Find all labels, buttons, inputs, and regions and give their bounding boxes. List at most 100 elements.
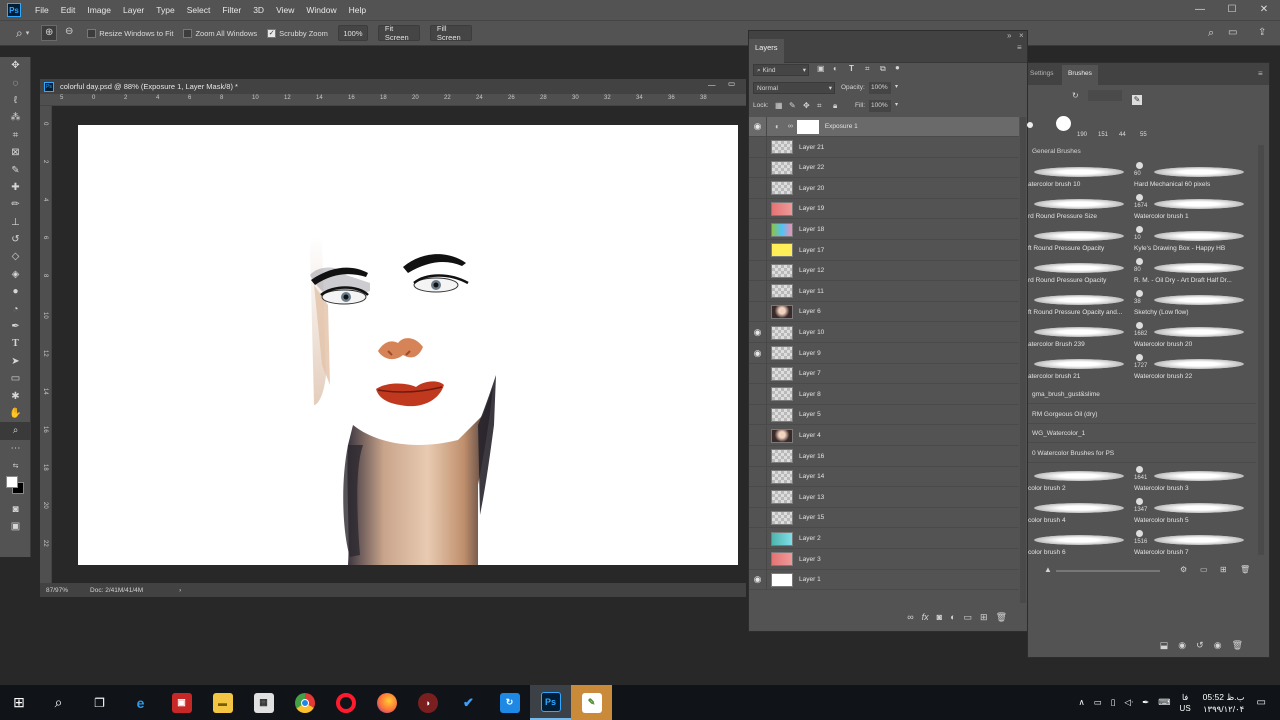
- brush-name[interactable]: ft Round Pressure Opacity and...: [1028, 309, 1122, 316]
- brush-name[interactable]: ft Round Pressure Opacity: [1028, 245, 1104, 252]
- chevron-down-icon[interactable]: ▾: [895, 83, 898, 90]
- brush-name[interactable]: color brush 4: [1028, 517, 1066, 524]
- brush-name[interactable]: atercolor brush 21: [1028, 373, 1080, 380]
- layer-row[interactable]: ◉ Layer 1: [749, 569, 1019, 591]
- brush-group-folder[interactable]: gma_brush_gust&slime: [1028, 385, 1256, 404]
- brush-stroke-preview[interactable]: [1154, 471, 1244, 481]
- taskbar-file-explorer[interactable]: ▬: [202, 685, 243, 720]
- reset-brushes-icon[interactable]: ↻: [1072, 91, 1079, 100]
- delete-icon[interactable]: 🗑︎: [1232, 640, 1243, 651]
- brush-stroke-preview[interactable]: [1034, 231, 1124, 241]
- lasso-tool-icon[interactable]: ℓ: [0, 92, 31, 109]
- chevron-down-icon[interactable]: ▾: [895, 101, 898, 108]
- brush-stroke-preview[interactable]: [1034, 167, 1124, 177]
- brush-stroke-preview[interactable]: [1154, 503, 1244, 513]
- brush-preset-small[interactable]: [1027, 122, 1033, 128]
- zoom-out-icon[interactable]: ⊖: [61, 25, 77, 41]
- new-group-icon[interactable]: ▭: [964, 612, 973, 623]
- new-layer-icon[interactable]: ⊞: [980, 612, 988, 623]
- brush-stroke-preview[interactable]: [1154, 263, 1244, 273]
- brush-name[interactable]: rd Round Pressure Size: [1028, 213, 1097, 220]
- layer-thumbnail[interactable]: [771, 263, 793, 278]
- fill-input[interactable]: 100%: [869, 100, 891, 112]
- visibility-eye-icon[interactable]: ◉: [749, 574, 766, 585]
- search-icon[interactable]: ⌕: [1208, 27, 1214, 40]
- layer-thumbnail[interactable]: [771, 490, 793, 505]
- brush-stroke-preview[interactable]: [1154, 199, 1244, 209]
- layer-row[interactable]: Layer 15: [749, 507, 1019, 529]
- layer-row[interactable]: Layer 3: [749, 549, 1019, 570]
- zoom-tool-icon[interactable]: ⌕: [0, 422, 31, 440]
- clip-icon[interactable]: ⬓: [1160, 640, 1169, 651]
- doc-restore-button[interactable]: ▭: [728, 79, 735, 88]
- taskbar-app-blue[interactable]: ✔: [448, 685, 489, 720]
- layer-thumbnail[interactable]: [771, 407, 793, 422]
- zoom-readout[interactable]: 87/97%: [46, 587, 68, 594]
- lock-transparency-icon[interactable]: ▦: [775, 101, 783, 110]
- brush-stroke-preview[interactable]: [1034, 295, 1124, 305]
- screen-mode-icon[interactable]: ▣: [0, 518, 31, 535]
- history-brush-tool-icon[interactable]: ↺: [0, 231, 31, 248]
- layer-row[interactable]: Layer 6: [749, 301, 1019, 323]
- layer-thumbnail[interactable]: [771, 449, 793, 464]
- taskbar-calculator[interactable]: ▦: [243, 685, 284, 720]
- brush-name[interactable]: Watercolor brush 5: [1134, 517, 1189, 524]
- filter-shape-icon[interactable]: ⌗: [865, 64, 870, 74]
- layer-row[interactable]: Layer 22: [749, 157, 1019, 179]
- new-brush-icon[interactable]: ⊞: [1220, 565, 1227, 574]
- layer-visibility-toggle[interactable]: [749, 507, 767, 528]
- tab-brushes[interactable]: Brushes: [1062, 65, 1098, 85]
- layer-thumbnail[interactable]: [771, 428, 793, 443]
- menu-help[interactable]: Help: [343, 0, 372, 20]
- chevron-right-icon[interactable]: ›: [179, 587, 181, 594]
- magic-wand-tool-icon[interactable]: ⁂: [0, 109, 31, 126]
- type-tool-icon[interactable]: T: [0, 335, 31, 352]
- brush-name[interactable]: color brush 6: [1028, 549, 1066, 556]
- layer-thumbnail[interactable]: [771, 140, 793, 155]
- zoom-all-windows-checkbox[interactable]: Zoom All Windows: [183, 28, 257, 38]
- chevron-down-icon[interactable]: ▾: [26, 29, 30, 37]
- layer-visibility-toggle[interactable]: [749, 446, 767, 467]
- language-indicator[interactable]: فا US: [1180, 692, 1191, 714]
- brush-group-folder[interactable]: 0 Watercolor Brushes for PS: [1028, 444, 1256, 463]
- paint-bucket-tool-icon[interactable]: ◈: [0, 266, 31, 283]
- visibility-eye-icon[interactable]: ◉: [749, 348, 766, 359]
- visibility-icon[interactable]: ◉: [1214, 640, 1222, 651]
- layer-visibility-toggle[interactable]: [749, 137, 767, 158]
- menu-image[interactable]: Image: [81, 0, 117, 20]
- foreground-color-swatch[interactable]: [6, 476, 18, 489]
- brush-stroke-preview[interactable]: [1034, 327, 1124, 337]
- layer-visibility-toggle[interactable]: [749, 384, 767, 405]
- close-button[interactable]: ✕: [1248, 0, 1280, 20]
- resize-windows-checkbox[interactable]: Resize Windows to Fit: [87, 28, 173, 38]
- link-layers-icon[interactable]: ∞: [907, 612, 913, 622]
- fit-screen-button[interactable]: Fit Screen: [377, 24, 420, 42]
- brush-name[interactable]: rd Round Pressure Opacity: [1028, 277, 1106, 284]
- search-button[interactable]: ⌕: [38, 685, 79, 720]
- layer-visibility-toggle[interactable]: ◉: [749, 322, 767, 343]
- task-view-button[interactable]: ❐: [79, 685, 120, 720]
- zoom-in-icon[interactable]: ⊕: [41, 25, 58, 41]
- color-swatches[interactable]: [0, 474, 31, 500]
- layer-row[interactable]: Layer 18: [749, 219, 1019, 240]
- brush-tool-icon[interactable]: ✏: [0, 196, 31, 213]
- share-icon[interactable]: ⇪: [1258, 27, 1266, 38]
- workspace-icon[interactable]: ▭: [1228, 27, 1237, 38]
- layer-visibility-toggle[interactable]: [749, 528, 767, 549]
- brush-name[interactable]: atercolor Brush 239: [1028, 341, 1085, 348]
- brush-name[interactable]: Kyle's Drawing Box - Happy HB: [1134, 245, 1225, 252]
- layer-visibility-toggle[interactable]: [749, 466, 767, 487]
- menu-filter[interactable]: Filter: [216, 0, 247, 20]
- blend-mode-select[interactable]: Normal ▾: [753, 82, 835, 94]
- layer-visibility-toggle[interactable]: [749, 425, 767, 446]
- filter-kind-select[interactable]: ⌕ Kind ▾: [753, 64, 809, 76]
- brush-stroke-preview[interactable]: [1154, 167, 1244, 177]
- layer-visibility-toggle[interactable]: [749, 178, 767, 199]
- layer-visibility-toggle[interactable]: [749, 487, 767, 508]
- delete-layer-icon[interactable]: 🗑︎: [996, 612, 1007, 623]
- taskbar-app-dark[interactable]: ◑: [407, 685, 448, 720]
- clock[interactable]: 05:52 ب.ظ ۱۳۹۹/۱۲/۰۴: [1203, 691, 1245, 715]
- zoom-tool-icon[interactable]: ⌕: [16, 26, 23, 41]
- brush-name[interactable]: Watercolor brush 20: [1134, 341, 1192, 348]
- tab-settings[interactable]: Settings: [1030, 70, 1054, 77]
